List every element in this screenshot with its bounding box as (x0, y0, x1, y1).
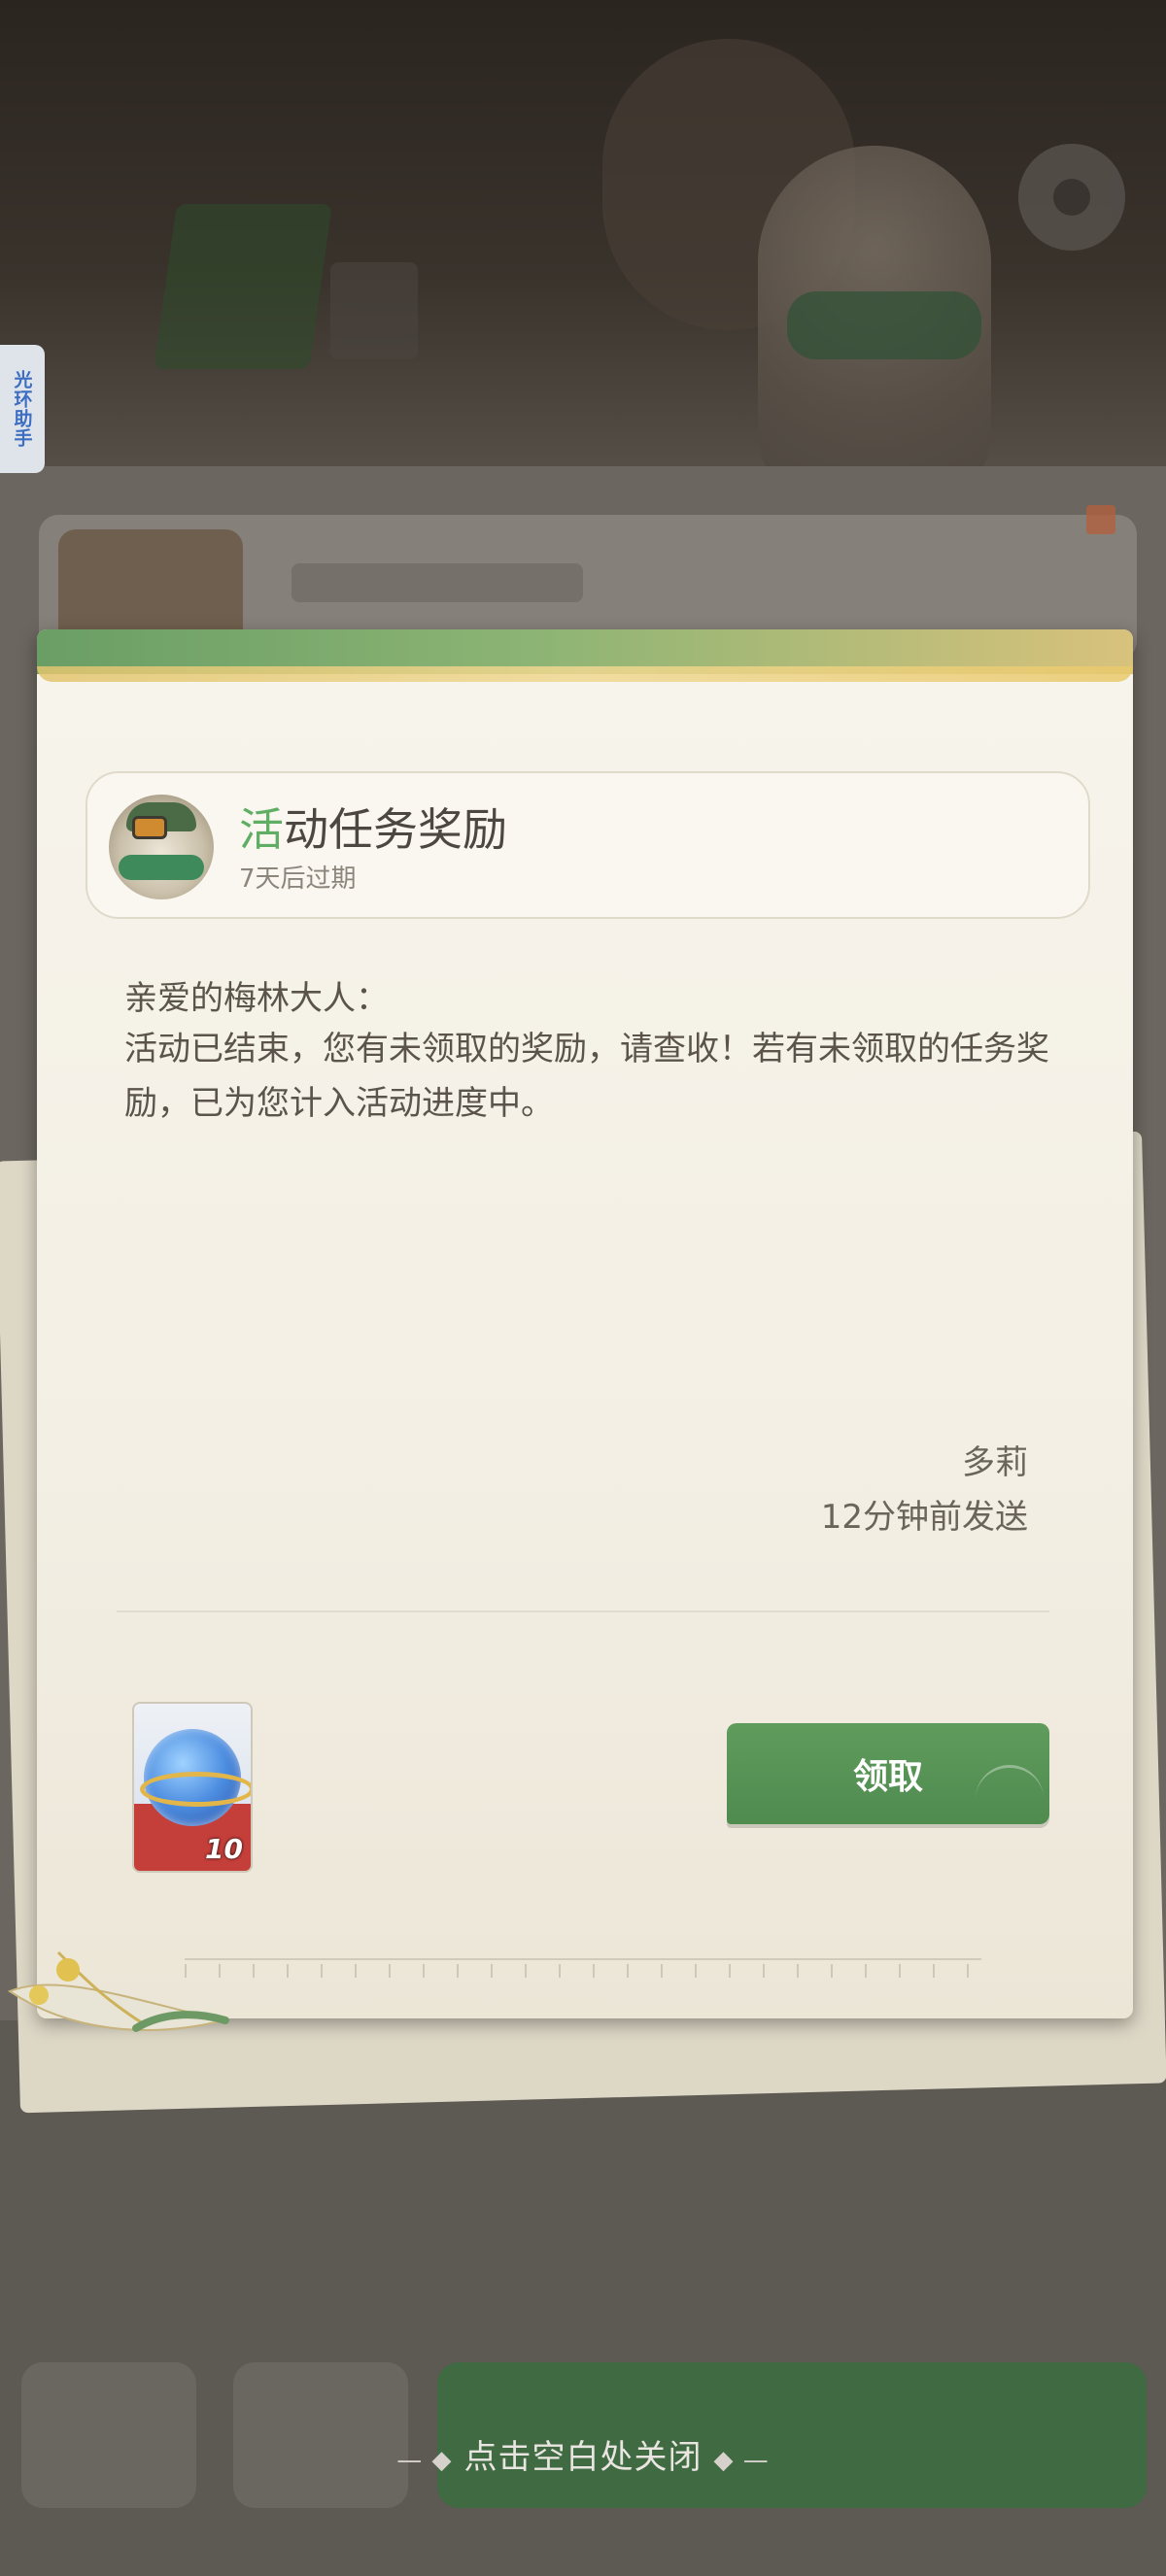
ruler-tick (287, 1964, 289, 1978)
ruler-tick (831, 1964, 833, 1978)
ruler-tick (355, 1964, 357, 1978)
ruler-tick (423, 1964, 425, 1978)
avatar-goggles (132, 816, 167, 839)
mail-sender: 多莉 (962, 1443, 1028, 1482)
background-unread-badge (1086, 505, 1115, 534)
background-character-scarf (787, 291, 981, 359)
ruler-tick (321, 1964, 323, 1978)
ruler-tick (253, 1964, 255, 1978)
mail-body: 活动已结束，您有未领取的奖励，请查收！若有未领取的任务奖励，已为您计入活动进度中… (124, 1030, 1049, 1123)
background-mail-title (292, 563, 583, 602)
background-camera-icon (1018, 144, 1125, 251)
ruler-tick (899, 1964, 901, 1978)
ruler-tick (457, 1964, 459, 1978)
ruler-tick (865, 1964, 867, 1978)
mail-title-rest: 动任务奖励 (284, 803, 507, 856)
background-mail-logo (154, 204, 332, 369)
mail-greeting: 亲爱的梅林大人： (124, 979, 389, 1018)
ruler-tick (559, 1964, 561, 1978)
letter-divider (117, 1610, 1049, 1612)
ruler-tick (933, 1964, 935, 1978)
claim-button[interactable]: 领取 (727, 1723, 1049, 1824)
reward-item[interactable]: 10 (132, 1702, 253, 1873)
letter-bottom-ruler (185, 1958, 981, 1983)
mail-header-card (86, 771, 1090, 919)
item-gold-ring (140, 1772, 251, 1807)
feather-decoration (7, 1950, 229, 2032)
ruler-tick (661, 1964, 663, 1978)
close-hint-right-ornament-icon: ◆ — (713, 2446, 770, 2475)
close-hint[interactable]: — ◆ 点击空白处关闭 ◆ — (0, 2430, 1166, 2478)
ruler-tick (729, 1964, 731, 1978)
mail-sent-time: 12分钟前发送 (820, 1498, 1028, 1537)
mail-title-accent: 活 (239, 803, 284, 856)
mail-title: 活动任务奖励 (239, 795, 507, 859)
ruler-tick (593, 1964, 595, 1978)
helper-side-tab[interactable]: 光环助手 (0, 345, 45, 473)
sender-avatar (109, 795, 214, 899)
ruler-tick (763, 1964, 765, 1978)
mail-expiry: 7天后过期 (239, 864, 357, 894)
claim-button-decoration (976, 1765, 1044, 1816)
ruler-tick (389, 1964, 391, 1978)
ruler-tick (967, 1964, 969, 1978)
ruler-tick (695, 1964, 697, 1978)
close-hint-label: 点击空白处关闭 (463, 2438, 703, 2477)
close-hint-left-ornament-icon: — ◆ (396, 2446, 453, 2475)
background-mail-logo-secondary (330, 262, 418, 359)
ruler-tick (797, 1964, 799, 1978)
ruler-tick (627, 1964, 629, 1978)
ruler-tick (525, 1964, 527, 1978)
claim-button-label: 领取 (852, 1757, 923, 1797)
reward-item-count: 10 (205, 1833, 243, 1865)
avatar-scarf (119, 855, 204, 880)
letter-top-gold-trim (37, 666, 1133, 682)
helper-side-tab-label: 光环助手 (11, 370, 33, 448)
ruler-tick (491, 1964, 493, 1978)
